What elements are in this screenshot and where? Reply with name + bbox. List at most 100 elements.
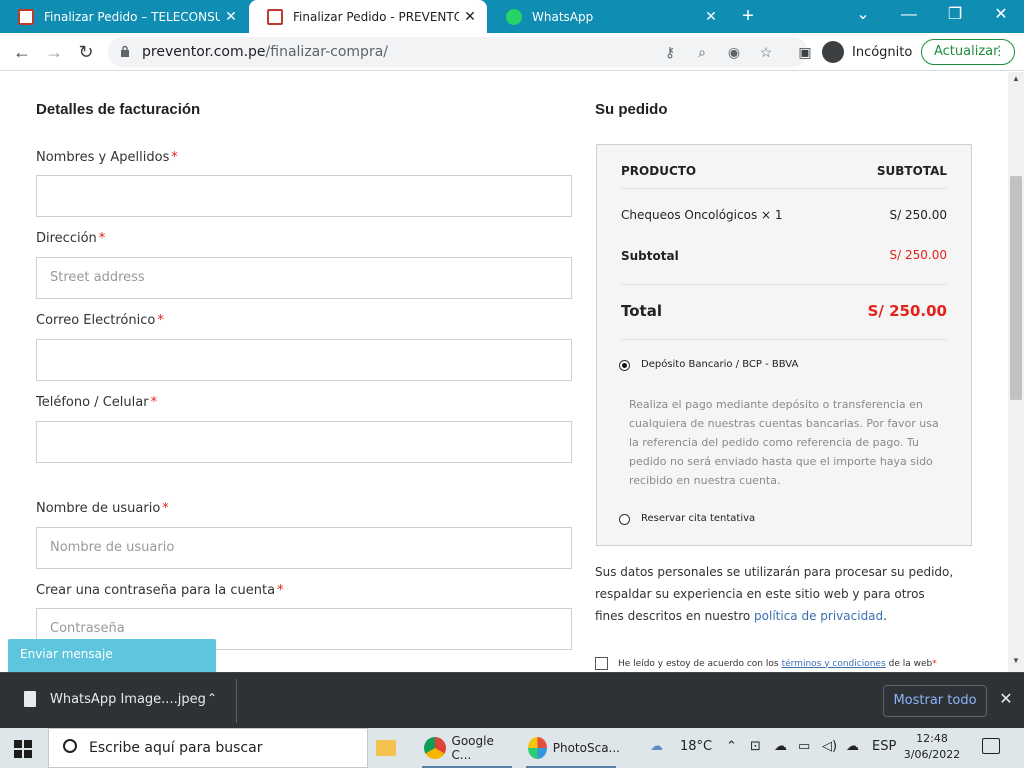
- eye-off-icon[interactable]: ◉: [724, 43, 744, 61]
- taskbar-app-label: PhotoSca...: [552, 741, 620, 755]
- meet-now-icon[interactable]: ⊡: [750, 739, 761, 754]
- address-input[interactable]: Street address: [36, 257, 572, 299]
- field-label-address: Dirección *: [36, 231, 106, 246]
- scroll-down-icon[interactable]: ▼: [1010, 656, 1022, 666]
- divider: [621, 188, 947, 189]
- total-label: Total: [621, 302, 662, 320]
- incognito-label: Incógnito: [852, 44, 913, 60]
- terms-text: He leído y estoy de acuerdo con los: [618, 658, 779, 669]
- payment-radio-bank-deposit[interactable]: [619, 360, 630, 371]
- close-tab-icon[interactable]: ✕: [700, 9, 722, 25]
- payment-option-label: Reservar cita tentativa: [641, 513, 756, 524]
- terms-checkbox[interactable]: [595, 657, 608, 670]
- close-tab-icon[interactable]: ✕: [220, 9, 242, 25]
- reload-icon[interactable]: ↻: [73, 40, 99, 64]
- clock-time: 12:48: [916, 732, 948, 745]
- username-input[interactable]: Nombre de usuario: [36, 527, 572, 569]
- taskbar-search-box[interactable]: Escribe aquí para buscar: [48, 728, 368, 768]
- temperature-label[interactable]: 18°C: [680, 739, 712, 754]
- close-download-bar-icon[interactable]: ✕: [996, 689, 1016, 709]
- restore-icon[interactable]: ❐: [932, 0, 978, 33]
- chevron-up-icon[interactable]: ⌃: [204, 691, 220, 705]
- billing-heading: Detalles de facturación: [36, 101, 201, 118]
- weather-cloud-icon[interactable]: ☁: [650, 739, 663, 754]
- full-name-input[interactable]: [36, 175, 572, 217]
- key-icon[interactable]: ⚷: [660, 43, 680, 61]
- network-icon[interactable]: ▭: [798, 739, 810, 754]
- download-item[interactable]: WhatsApp Image....jpeg: [24, 691, 206, 707]
- minimize-icon[interactable]: —: [886, 0, 932, 33]
- order-item-price: S/ 250.00: [889, 208, 947, 222]
- scrollbar-thumb[interactable]: [1010, 176, 1022, 400]
- close-window-icon[interactable]: ✕: [978, 0, 1024, 33]
- privacy-policy-link[interactable]: política de privacidad: [754, 609, 883, 623]
- folder-icon: [376, 740, 396, 756]
- volume-icon[interactable]: ◁): [822, 739, 837, 754]
- payment-option-label: Depósito Bancario / BCP - BBVA: [641, 359, 799, 370]
- col-subtotal-header: SUBTOTAL: [876, 164, 947, 178]
- new-tab-button[interactable]: +: [736, 4, 760, 28]
- update-button[interactable]: Actualizar ⋮: [921, 39, 1015, 65]
- download-bar: WhatsApp Image....jpeg ⌃ Mostrar todo ✕: [0, 672, 1024, 728]
- taskbar-clock[interactable]: 12:48 3/06/2022: [902, 731, 962, 763]
- tab-search-icon[interactable]: ⌄: [840, 0, 886, 33]
- terms-text: de la web: [888, 658, 933, 669]
- payment-description: Realiza el pago mediante depósito o tran…: [629, 398, 939, 487]
- windows-start-icon[interactable]: [14, 740, 32, 758]
- chevron-up-icon[interactable]: ⌃: [726, 739, 737, 754]
- address-bar[interactable]: preventor.com.pe/finalizar-compra/ ⚷ ⌕ ◉…: [108, 37, 808, 67]
- kebab-menu-icon[interactable]: ⋮: [993, 40, 1006, 64]
- email-input[interactable]: [36, 339, 572, 381]
- cloud-sync-icon[interactable]: ☁: [846, 739, 859, 754]
- forward-arrow-icon[interactable]: →: [41, 40, 67, 64]
- file-icon: [24, 691, 36, 707]
- update-label: Actualizar: [934, 44, 999, 59]
- checkout-page: Detalles de facturación Nombres y Apelli…: [0, 72, 1008, 672]
- whatsapp-icon: [506, 8, 522, 25]
- show-all-downloads-button[interactable]: Mostrar todo: [883, 685, 987, 717]
- search-icon: [63, 739, 77, 753]
- side-panel-icon[interactable]: ▣: [795, 43, 815, 61]
- chrome-icon: [424, 737, 446, 759]
- field-label-name: Nombres y Apellidos *: [36, 150, 178, 165]
- phone-input[interactable]: [36, 421, 572, 463]
- bookmark-star-icon[interactable]: ☆: [756, 43, 776, 61]
- file-explorer-taskbar-button[interactable]: [376, 728, 410, 768]
- privacy-notice: Sus datos personales se utilizarán para …: [595, 565, 954, 623]
- divider: [621, 284, 947, 285]
- zoom-icon[interactable]: ⌕: [692, 43, 712, 61]
- incognito-indicator[interactable]: Incógnito: [822, 38, 912, 66]
- chrome-taskbar-button[interactable]: Google C...: [418, 728, 516, 768]
- field-label-password: Crear una contraseña para la cuenta *: [36, 583, 284, 598]
- divider: [621, 339, 947, 340]
- download-file-name: WhatsApp Image....jpeg: [50, 691, 206, 707]
- notifications-icon[interactable]: [982, 738, 1000, 754]
- close-tab-icon[interactable]: ✕: [459, 9, 481, 25]
- back-arrow-icon[interactable]: ←: [9, 40, 35, 64]
- lock-icon: [121, 45, 129, 57]
- photoscape-taskbar-button[interactable]: PhotoSca...: [522, 728, 620, 768]
- divider: [236, 679, 237, 723]
- scroll-up-icon[interactable]: ▲: [1010, 74, 1022, 84]
- taskbar-app-label: Google C...: [451, 734, 494, 762]
- payment-radio-reserve[interactable]: [619, 514, 630, 525]
- col-product-header: PRODUCTO: [621, 164, 697, 178]
- field-label-email: Correo Electrónico *: [36, 313, 164, 328]
- windows-taskbar: Escribe aquí para buscar Google C... Pho…: [0, 728, 1024, 768]
- terms-link[interactable]: términos y condiciones: [782, 659, 886, 669]
- subtotal-label: Subtotal: [621, 249, 679, 263]
- search-placeholder: Escribe aquí para buscar: [89, 740, 263, 756]
- send-message-chat-button[interactable]: Enviar mensaje: [8, 639, 216, 672]
- site-favicon-icon: [18, 8, 34, 25]
- tab-preventor[interactable]: Finalizar Pedido - PREVENTOR - E ✕: [249, 0, 487, 33]
- photoscape-icon: [528, 737, 547, 759]
- tab-teleconsultas[interactable]: Finalizar Pedido – TELECONSULTAS ✕: [0, 0, 248, 33]
- tab-title: Finalizar Pedido - PREVENTOR - E: [293, 9, 459, 24]
- language-indicator[interactable]: ESP: [872, 739, 896, 754]
- total-value: S/ 250.00: [867, 302, 947, 320]
- order-item-name: Chequeos Oncológicos × 1: [621, 208, 783, 222]
- tab-whatsapp[interactable]: WhatsApp ✕: [488, 0, 728, 33]
- required-marker: *: [932, 658, 937, 669]
- field-label-username: Nombre de usuario *: [36, 501, 169, 516]
- onedrive-cloud-icon[interactable]: ☁: [774, 739, 787, 754]
